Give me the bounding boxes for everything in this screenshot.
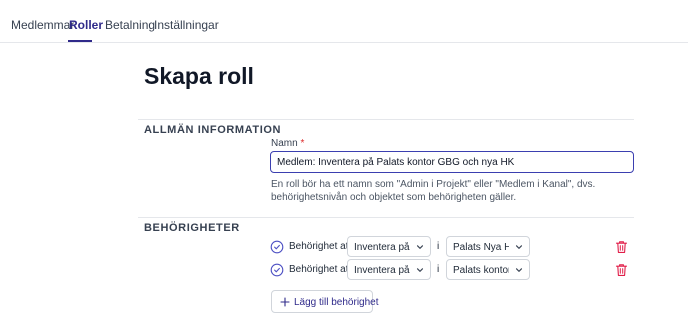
tab-bar: Medlemmar Roller Betalning Inställningar: [0, 0, 688, 43]
name-field-label: Namn *: [271, 138, 304, 149]
permission-action-value: Inventera på pl: [354, 242, 410, 253]
permission-prefix: Behörighet att: [289, 241, 352, 252]
trash-icon[interactable]: [615, 240, 628, 254]
section-heading-permissions: BEHÖRIGHETER: [144, 222, 240, 234]
add-permission-label: Lägg till behörighet: [294, 297, 379, 308]
chevron-down-icon: [416, 268, 424, 272]
tab-installningar[interactable]: Inställningar: [154, 18, 219, 32]
check-circle-icon: [270, 240, 284, 254]
chevron-down-icon: [416, 245, 424, 249]
name-label-text: Namn: [271, 138, 298, 149]
required-mark: *: [300, 138, 305, 149]
permission-target-select[interactable]: Palats kontor G: [446, 259, 530, 280]
permission-target-select[interactable]: Palats Nya HK: [446, 236, 530, 257]
permission-row: Behörighet att Inventera på pl i Palats …: [270, 236, 634, 258]
tab-medlemmar[interactable]: Medlemmar: [11, 18, 74, 32]
permission-row: Behörighet att Inventera på pl i Palats …: [270, 259, 634, 281]
chevron-down-icon: [515, 245, 523, 249]
tab-betalning[interactable]: Betalning: [105, 18, 155, 32]
plus-icon: [280, 297, 290, 307]
role-name-input[interactable]: [270, 151, 634, 173]
section-divider: [138, 119, 634, 120]
permission-action-value: Inventera på pl: [354, 265, 410, 276]
section-heading-general: ALLMÄN INFORMATION: [144, 124, 282, 136]
permission-target-value: Palats Nya HK: [453, 242, 509, 253]
name-help-text: En roll bör ha ett namn som "Admin i Pro…: [271, 179, 596, 203]
permission-action-select[interactable]: Inventera på pl: [347, 259, 431, 280]
add-permission-button[interactable]: Lägg till behörighet: [271, 290, 379, 313]
permission-target-value: Palats kontor G: [453, 265, 509, 276]
chevron-down-icon: [515, 268, 523, 272]
permission-prefix: Behörighet att: [289, 264, 352, 275]
check-circle-icon: [270, 263, 284, 277]
permission-connector: i: [437, 241, 440, 252]
active-tab-indicator: [68, 40, 92, 42]
page-title: Skapa roll: [144, 63, 254, 89]
section-divider: [138, 217, 634, 218]
tab-roller[interactable]: Roller: [69, 18, 103, 32]
permission-connector: i: [437, 264, 440, 275]
trash-icon[interactable]: [615, 263, 628, 277]
permission-action-select[interactable]: Inventera på pl: [347, 236, 431, 257]
